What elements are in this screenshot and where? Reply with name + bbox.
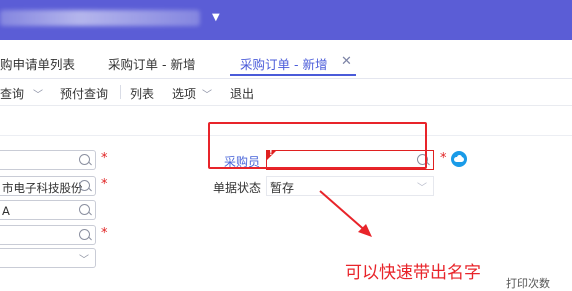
search-icon[interactable] [79,180,90,191]
status-value: 暂存 [270,181,295,195]
required-mark: * [101,177,108,192]
company-name-blurred[interactable] [0,10,200,26]
lookup-field-1[interactable] [0,150,96,170]
status-label: 单据状态 [213,181,262,195]
tab-purchase-order-new-active[interactable]: 采购订单 - 新增 [240,54,327,73]
toolbar: 查询 ﹀ 预付查询 列表 选项 ﹀ 退出 [0,79,572,106]
chevron-down-icon[interactable]: ﹀ [33,86,43,101]
tab-purchase-order-new-1[interactable]: 采购订单 - 新增 [108,54,195,73]
toolbar-query[interactable]: 查询 [0,85,24,102]
print-count-label: 打印次数 [506,277,550,290]
cloud-icon[interactable] [451,151,467,167]
tab-close-icon[interactable]: ✕ [341,54,352,69]
toolbar-options[interactable]: 选项 [172,85,196,102]
field-value: A [2,204,10,218]
required-mark: * [440,151,447,166]
search-icon[interactable] [79,154,90,165]
active-tab-indicator [230,74,356,76]
toolbar-prepay-query[interactable]: 预付查询 [60,85,108,102]
tab-purchase-requisition-list[interactable]: 购申请单列表 [0,54,75,73]
lookup-field-3[interactable]: A [0,200,96,220]
highlight-box [208,122,427,169]
top-header-bar: ▼ [0,0,572,40]
chevron-down-icon[interactable]: ﹀ [79,251,89,266]
lookup-field-4[interactable] [0,225,96,245]
search-icon[interactable] [79,229,90,240]
toolbar-list[interactable]: 列表 [130,85,154,102]
supplier-field[interactable]: 市电子科技股份有 [0,176,96,196]
annotation-text: 可以快速带出名字 [345,263,481,283]
company-dropdown-caret-icon[interactable]: ▼ [212,12,220,23]
required-mark: * [101,151,108,166]
chevron-down-icon[interactable]: ﹀ [202,86,212,101]
select-field-5[interactable]: ﹀ [0,248,96,268]
annotation-arrow-icon [319,190,372,237]
toolbar-exit[interactable]: 退出 [230,85,254,102]
search-icon[interactable] [79,204,90,215]
required-mark: * [101,226,108,241]
chevron-down-icon[interactable]: ﹀ [417,179,427,194]
toolbar-separator [120,85,121,99]
supplier-value: 市电子科技股份有 [2,181,82,195]
